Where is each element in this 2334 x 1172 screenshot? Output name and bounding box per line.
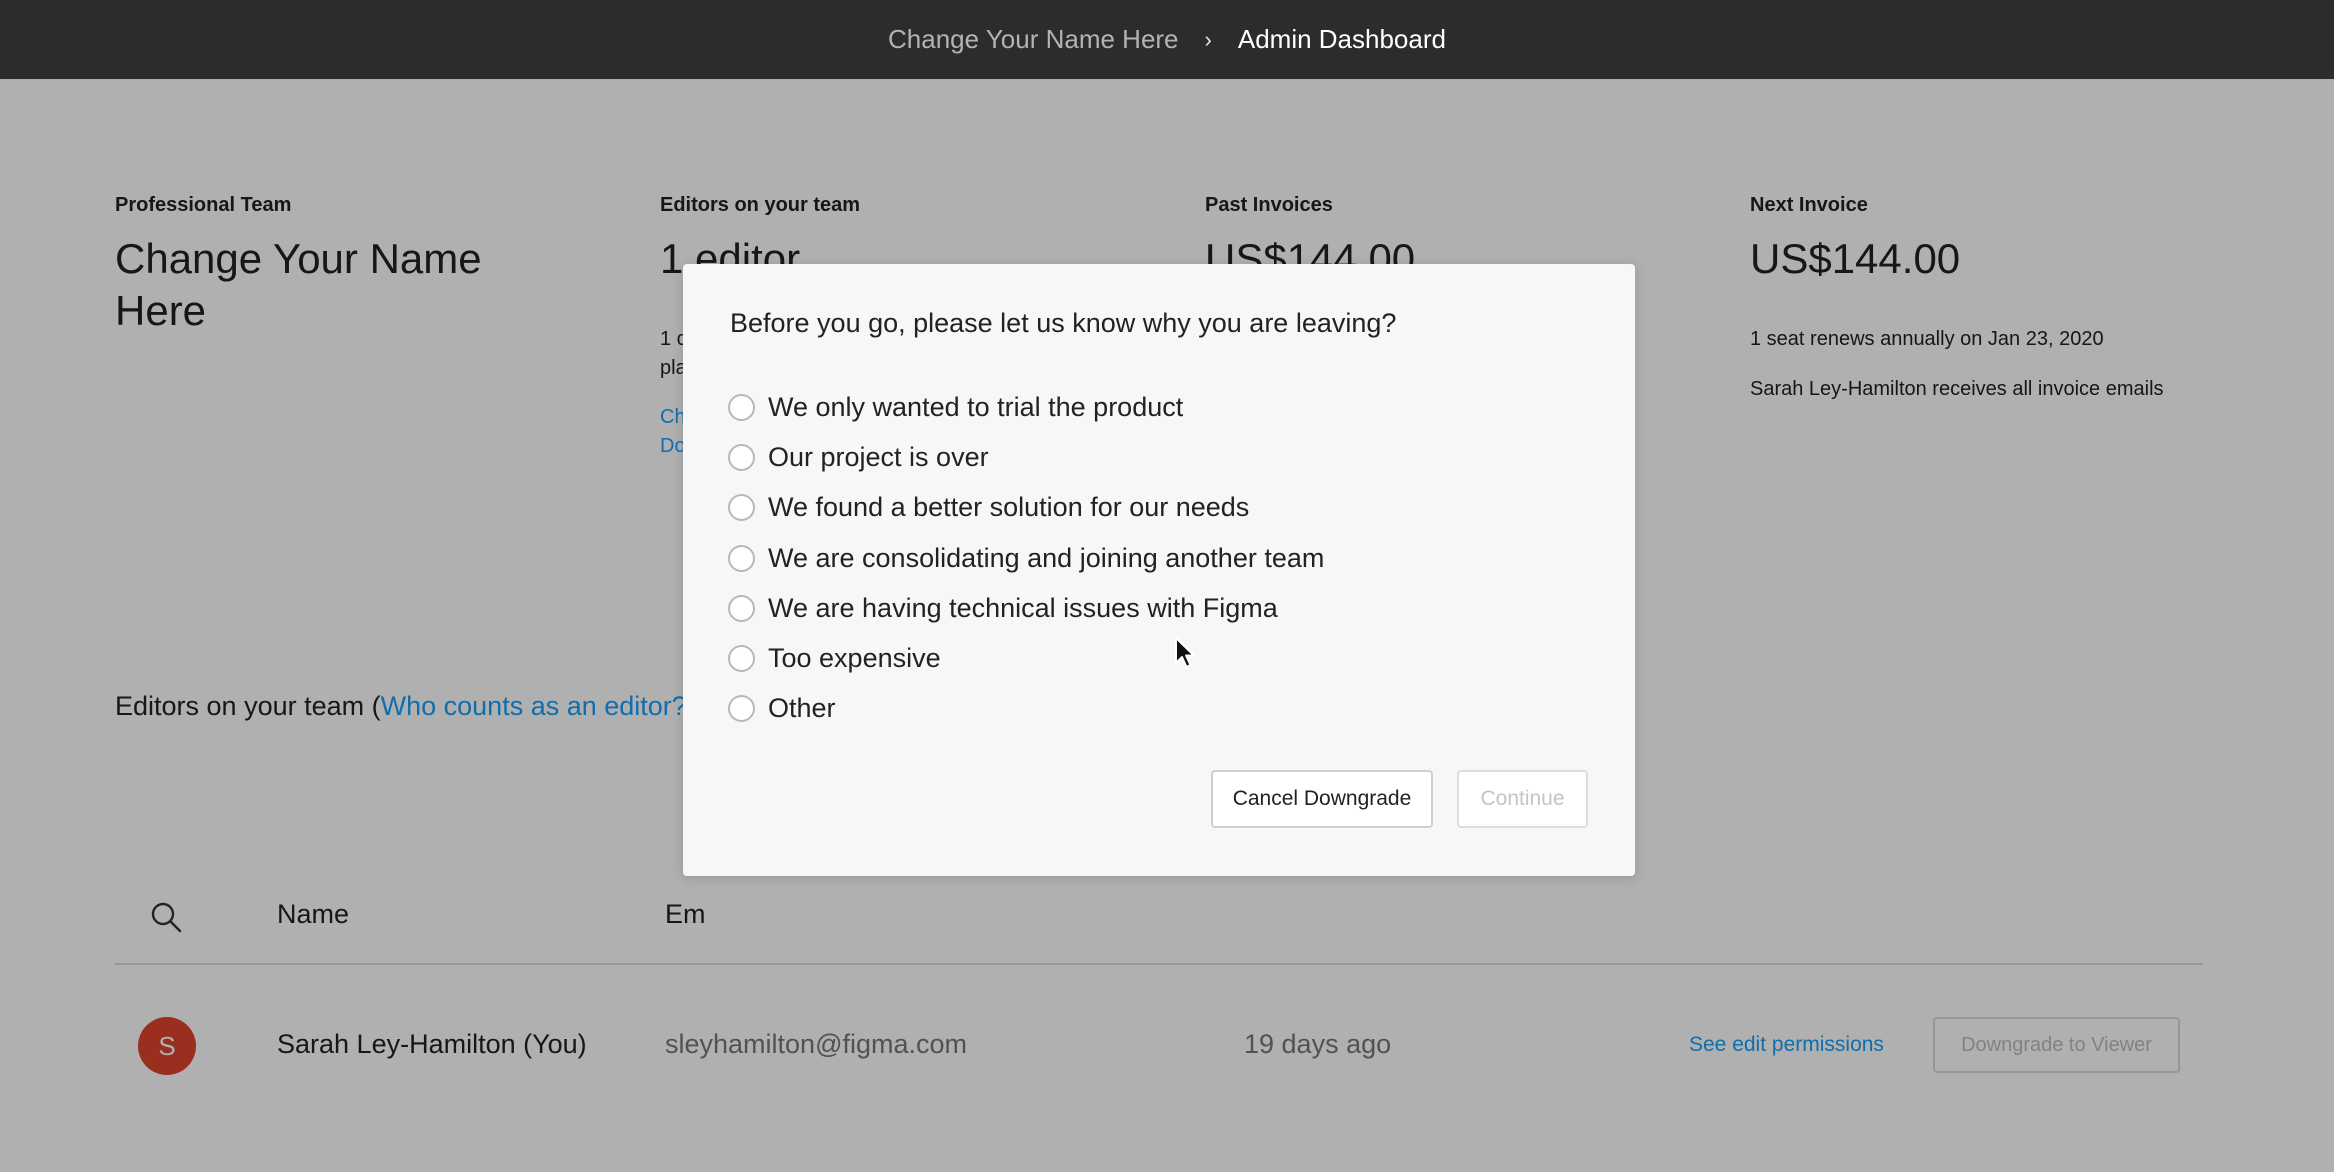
radio-button[interactable] bbox=[728, 393, 755, 421]
radio-button[interactable] bbox=[728, 695, 755, 723]
mouse-cursor-icon bbox=[1175, 637, 1195, 668]
reason-label: We are having technical issues with Figm… bbox=[768, 592, 1278, 623]
reason-label: Our project is over bbox=[768, 441, 989, 472]
breadcrumb-current-page: Admin Dashboard bbox=[1237, 24, 1446, 54]
reason-option-technical-issues[interactable]: We are having technical issues with Figm… bbox=[728, 583, 1324, 633]
reason-option-trial[interactable]: We only wanted to trial the product bbox=[728, 382, 1324, 432]
continue-button[interactable]: Continue bbox=[1457, 770, 1588, 828]
radio-button[interactable] bbox=[728, 443, 755, 471]
radio-button[interactable] bbox=[728, 594, 755, 622]
reason-label: We only wanted to trial the product bbox=[768, 391, 1184, 422]
radio-button[interactable] bbox=[728, 645, 755, 673]
reason-option-project-over[interactable]: Our project is over bbox=[728, 432, 1324, 482]
reason-label: Other bbox=[768, 693, 836, 724]
reason-option-better-solution[interactable]: We found a better solution for our needs bbox=[728, 483, 1324, 533]
reason-option-consolidating[interactable]: We are consolidating and joining another… bbox=[728, 533, 1324, 583]
reason-label: We are consolidating and joining another… bbox=[768, 542, 1325, 573]
reason-option-other[interactable]: Other bbox=[728, 684, 1324, 734]
breadcrumb-separator: › bbox=[1204, 26, 1212, 52]
top-bar: Change Your Name Here › Admin Dashboard bbox=[0, 0, 2334, 79]
reason-option-too-expensive[interactable]: Too expensive bbox=[728, 633, 1324, 683]
modal-title: Before you go, please let us know why yo… bbox=[730, 308, 1397, 338]
reason-label: Too expensive bbox=[768, 643, 941, 674]
cancel-downgrade-button[interactable]: Cancel Downgrade bbox=[1211, 770, 1433, 828]
radio-button[interactable] bbox=[728, 544, 755, 572]
reason-options: We only wanted to trial the product Our … bbox=[728, 382, 1324, 734]
radio-button[interactable] bbox=[728, 494, 755, 522]
reason-label: We found a better solution for our needs bbox=[768, 492, 1250, 523]
breadcrumb-team[interactable]: Change Your Name Here bbox=[888, 24, 1179, 55]
downgrade-reason-modal: Before you go, please let us know why yo… bbox=[683, 264, 1635, 876]
